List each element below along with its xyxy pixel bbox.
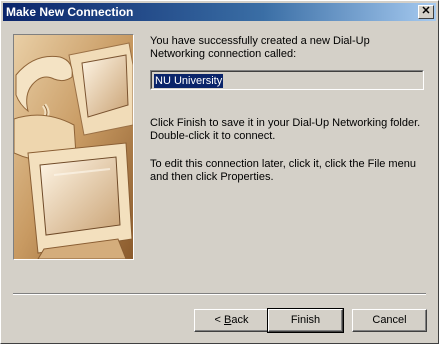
button-separator	[13, 293, 426, 295]
window-title: Make New Connection	[6, 5, 134, 19]
back-arrow: <	[214, 314, 224, 326]
connection-name-field[interactable]: NU University	[150, 70, 424, 90]
close-icon: ✕	[421, 5, 431, 17]
back-label: ack	[231, 314, 249, 326]
computers-and-phone-illustration	[13, 34, 134, 260]
close-button[interactable]: ✕	[418, 5, 434, 19]
connection-name-value[interactable]: NU University	[154, 74, 224, 88]
connection-name-field-inner: NU University	[151, 71, 423, 89]
make-new-connection-dialog: Make New Connection ✕ You have successfu…	[0, 0, 439, 344]
title-bar[interactable]: Make New Connection ✕	[3, 3, 436, 21]
edit-instructions: To edit this connection later, click it,…	[150, 158, 416, 183]
cancel-button[interactable]: Cancel	[352, 309, 427, 332]
finish-button[interactable]: Finish	[267, 308, 344, 333]
finish-instructions: Click Finish to save it in your Dial-Up …	[150, 117, 421, 142]
success-message: You have successfully created a new Dial…	[150, 35, 370, 60]
back-button[interactable]: < Back	[194, 309, 269, 332]
